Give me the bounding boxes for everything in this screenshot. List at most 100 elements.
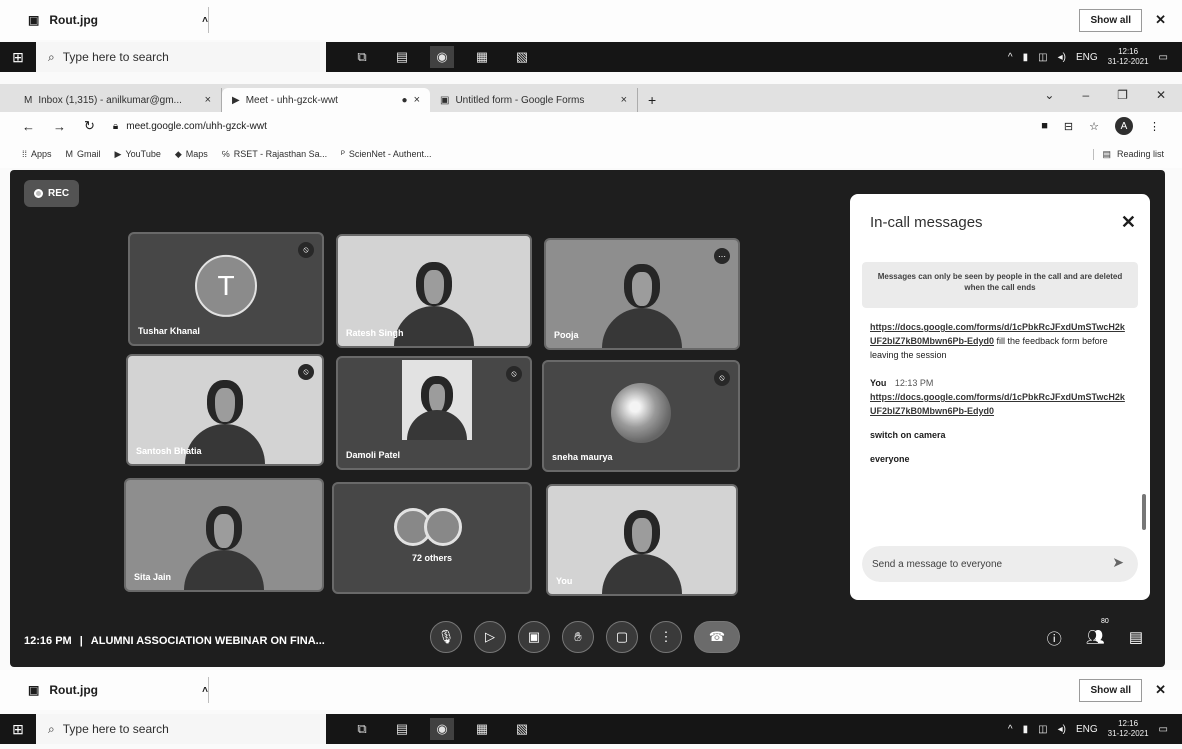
file-explorer-icon[interactable]: ▤ — [390, 718, 414, 740]
profile-picture — [611, 383, 671, 443]
participant-tile[interactable]: Ratesh Singh — [336, 234, 532, 348]
star-icon[interactable]: ☆ — [1089, 120, 1099, 133]
tab-close-icon[interactable]: × — [621, 94, 627, 106]
gmail-icon: M — [65, 149, 74, 159]
reading-list-button[interactable]: ▤ Reading list — [1093, 148, 1182, 160]
tab-gmail[interactable]: M Inbox (1,315) - anilkumar@gm... × — [14, 88, 222, 112]
participant-tile[interactable]: ⦸ Damoli Patel — [336, 356, 532, 470]
new-tab-button[interactable]: + — [648, 88, 656, 112]
participant-tile[interactable]: T ⦸ Tushar Khanal — [128, 232, 324, 346]
chrome-taskbar-icon[interactable]: ◉ — [430, 46, 454, 68]
address-bar[interactable]: 🔒︎ meet.google.com/uhh-gzck-wwt — [113, 121, 267, 132]
close-icon[interactable]: ✕ — [1155, 12, 1166, 28]
recording-badge[interactable]: REC — [24, 180, 80, 207]
self-video — [602, 502, 682, 594]
bookmark-apps[interactable]: ⁞⁞ Apps — [22, 149, 52, 159]
recording-dot-icon: ● — [401, 94, 408, 106]
participant-tile[interactable]: ⦸ Santosh Bhatia — [126, 354, 324, 466]
file-explorer-icon[interactable]: ▤ — [390, 46, 414, 68]
word-icon[interactable]: ▦ — [470, 46, 494, 68]
task-view-icon[interactable]: ⧉ — [350, 46, 374, 68]
camera-toggle-icon[interactable]: ▷ — [474, 621, 506, 653]
taskbar-clock[interactable]: 12:16 31-12-2021 — [1108, 719, 1149, 739]
others-tile[interactable]: 72 others — [332, 482, 532, 594]
participant-tile[interactable]: ⋯ Pooja — [544, 238, 740, 350]
send-icon[interactable]: ➤ — [1112, 554, 1124, 571]
taskbar-clock[interactable]: 12:16 31-12-2021 — [1108, 47, 1149, 67]
download-item[interactable]: ▣ Rout.jpg ˄ — [28, 683, 208, 697]
bookmark-youtube[interactable]: ▶ YouTube — [115, 149, 161, 160]
more-options-icon[interactable]: ⋮ — [650, 621, 682, 653]
participant-tile[interactable]: Sita Jain — [124, 478, 324, 592]
window-close-icon[interactable]: ✕ — [1156, 88, 1166, 102]
raise-hand-icon[interactable]: ✋︎ — [562, 621, 594, 653]
participant-name: You — [556, 576, 573, 586]
tray-expand-icon[interactable]: ^ — [1008, 724, 1013, 735]
more-options-icon[interactable]: ⋯ — [714, 248, 730, 264]
tab-close-icon[interactable]: × — [205, 94, 211, 106]
bookmark-maps[interactable]: ◆ Maps — [175, 149, 208, 160]
tray-network-icon[interactable]: ◫ — [1038, 52, 1047, 63]
captions-icon[interactable]: ▣ — [518, 621, 550, 653]
task-view-icon[interactable]: ⧉ — [350, 718, 374, 740]
restore-icon[interactable]: ❐ — [1117, 88, 1128, 102]
excel-icon[interactable]: ▧ — [510, 46, 534, 68]
leave-call-icon[interactable]: ☎︎ — [694, 621, 740, 653]
extension-icon[interactable]: ⊟ — [1064, 120, 1073, 133]
reload-icon[interactable]: ↻ — [84, 118, 95, 134]
message-link[interactable]: https://docs.google.com/forms/d/1cPbkRcJ… — [870, 392, 1125, 416]
notification-icon[interactable]: ▭ — [1159, 724, 1168, 735]
participant-name: sneha maurya — [552, 452, 613, 462]
participant-tile[interactable]: ⦸ sneha maurya — [542, 360, 740, 472]
tray-expand-icon[interactable]: ^ — [1008, 52, 1013, 63]
present-screen-icon[interactable]: ▢ — [606, 621, 638, 653]
tray-volume-icon[interactable]: ◂) — [1058, 52, 1066, 63]
close-icon[interactable]: ✕ — [1155, 682, 1166, 698]
tray-lang[interactable]: ENG — [1076, 52, 1098, 63]
windows-start-icon[interactable]: ⊞ — [0, 42, 36, 72]
chat-message: https://docs.google.com/forms/d/1cPbkRcJ… — [870, 320, 1128, 362]
scrollbar[interactable] — [1142, 494, 1146, 530]
excel-icon[interactable]: ▧ — [510, 718, 534, 740]
tab-close-icon[interactable]: × — [414, 94, 420, 106]
windows-start-icon[interactable]: ⊞ — [0, 714, 36, 744]
back-icon[interactable]: ← — [22, 119, 35, 134]
tab-forms[interactable]: ▣ Untitled form - Google Forms × — [430, 88, 638, 112]
info-icon[interactable]: ⓘ — [1047, 628, 1062, 649]
notification-icon[interactable]: ▭ — [1159, 52, 1168, 63]
minimize-icon[interactable]: – — [1082, 88, 1089, 102]
taskbar-top: ⊞ ⌕ Type here to search ⧉ ▤ ◉ ▦ ▧ ^ ▮ ◫ … — [0, 42, 1182, 72]
forward-icon[interactable]: → — [53, 119, 66, 134]
tray-lang[interactable]: ENG — [1076, 724, 1098, 735]
word-icon[interactable]: ▦ — [470, 718, 494, 740]
participant-video — [402, 360, 472, 440]
bookmark-gmail[interactable]: M Gmail — [66, 149, 101, 159]
tray-usb-icon[interactable]: ▮ — [1023, 52, 1029, 63]
search-icon: ⌕ — [48, 49, 55, 64]
taskbar-search[interactable]: ⌕ Type here to search — [36, 714, 326, 744]
tray-usb-icon[interactable]: ▮ — [1023, 724, 1029, 735]
download-item[interactable]: ▣ Rout.jpg ˄ — [28, 13, 208, 27]
bookmark-rset[interactable]: ℅ RSET - Rajasthan Sa... — [222, 149, 327, 159]
tray-network-icon[interactable]: ◫ — [1038, 724, 1047, 735]
menu-kebab-icon[interactable]: ⋮ — [1149, 120, 1160, 133]
people-icon[interactable]: 👥︎ 80 — [1086, 618, 1109, 649]
camera-in-use-icon[interactable]: ■ — [1041, 120, 1048, 132]
close-icon[interactable]: ✕ — [1121, 212, 1136, 233]
mic-toggle-icon[interactable]: 🎙︎ — [430, 621, 462, 653]
profile-avatar[interactable]: A — [1115, 117, 1133, 135]
show-all-button[interactable]: Show all — [1079, 678, 1142, 702]
self-tile[interactable]: You — [546, 484, 738, 596]
divider — [208, 7, 209, 33]
message-input[interactable]: Send a message to everyone ➤ — [862, 546, 1138, 582]
tab-search-icon[interactable]: ⌄ — [1044, 88, 1054, 102]
taskbar-search[interactable]: ⌕ Type here to search — [36, 42, 326, 72]
download-bar-bottom: ▣ Rout.jpg ˄ Show all ✕ — [0, 670, 1182, 710]
tab-meet[interactable]: ▶ Meet - uhh-gzck-wwt ● × — [222, 88, 430, 112]
tray-volume-icon[interactable]: ◂) — [1058, 724, 1066, 735]
chat-icon[interactable]: ▤ — [1129, 628, 1143, 649]
bookmark-sciennet[interactable]: ᴾ ScienNet - Authent... — [341, 149, 431, 159]
chrome-taskbar-icon[interactable]: ◉ — [430, 718, 454, 740]
message-input-placeholder: Send a message to everyone — [872, 558, 1003, 570]
show-all-button[interactable]: Show all — [1079, 8, 1142, 32]
